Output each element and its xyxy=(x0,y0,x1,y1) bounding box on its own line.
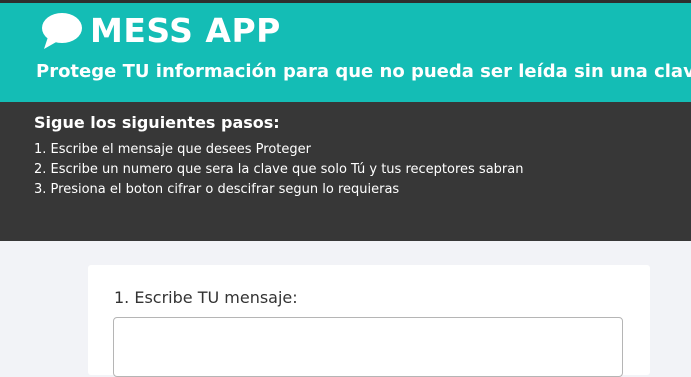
instructions-title: Sigue los siguientes pasos: xyxy=(34,113,280,132)
instruction-step: 1. Escribe el mensaje que desees Protege… xyxy=(34,142,311,157)
instruction-step: 3. Presiona el boton cifrar o descifrar … xyxy=(34,182,400,197)
message-label: 1. Escribe TU mensaje: xyxy=(114,288,298,307)
message-card: 1. Escribe TU mensaje: xyxy=(88,265,650,377)
app-header: MESS APP Protege TU información para que… xyxy=(0,3,691,102)
instructions-list: 1. Escribe el mensaje que desees Protege… xyxy=(34,140,523,200)
instruction-step: 2. Escribe un numero que sera la clave q… xyxy=(34,162,524,177)
main-content: 1. Escribe TU mensaje: xyxy=(0,241,691,377)
tagline: Protege TU información para que no pueda… xyxy=(36,61,691,82)
instructions-panel: Sigue los siguientes pasos: 1. Escribe e… xyxy=(0,102,691,241)
message-input[interactable] xyxy=(113,317,623,377)
logo: MESS APP xyxy=(40,9,281,53)
chat-bubble-icon xyxy=(42,13,82,49)
app-title: MESS APP xyxy=(90,11,281,50)
